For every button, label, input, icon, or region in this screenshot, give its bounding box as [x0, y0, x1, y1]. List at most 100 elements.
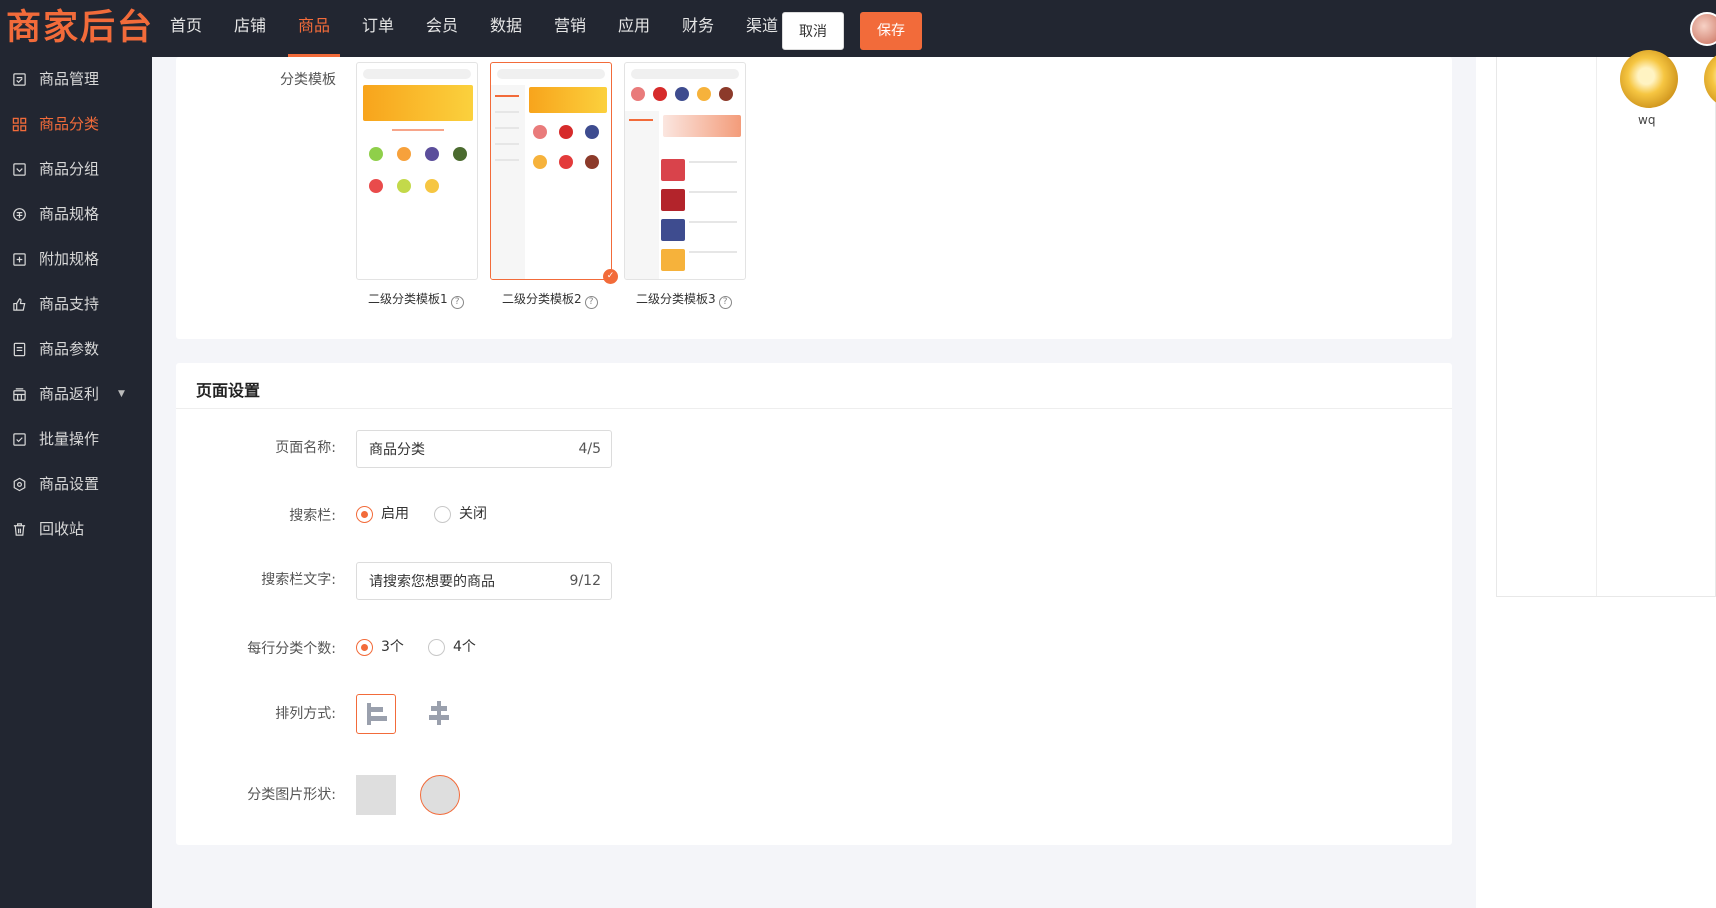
document-icon	[12, 342, 27, 357]
user-avatar[interactable]	[1690, 12, 1716, 46]
template-card-1[interactable]	[356, 62, 478, 280]
image-shape-label: 分类图片形状:	[247, 787, 336, 803]
sidebar-item-goods-settings[interactable]: 商品设置	[0, 462, 152, 507]
mini-category-dot	[559, 155, 573, 169]
sidebar-item-batch-ops[interactable]: 批量操作	[0, 417, 152, 462]
search-text-count: 9/12	[569, 573, 601, 589]
arrange-label: 排列方式:	[275, 706, 336, 722]
mini-product-line	[689, 191, 737, 193]
sidebar-item-label: 商品管理	[39, 70, 100, 88]
sidebar-item-goods-params[interactable]: 商品参数	[0, 327, 152, 372]
sidebar-item-goods-rebate[interactable]: 商品返利 ▼	[0, 372, 152, 417]
sidebar-item-goods-group[interactable]: 商品分组	[0, 147, 152, 192]
app-logo: 商家后台	[6, 8, 155, 48]
sidebar-item-label: 附加规格	[39, 250, 100, 268]
mini-product-line	[689, 221, 737, 223]
mini-category-dot	[719, 87, 733, 101]
template-name-1[interactable]: 二级分类模板1?	[368, 290, 464, 309]
mini-heading	[392, 129, 444, 131]
sidebar-item-label: 商品分组	[39, 160, 100, 178]
help-icon[interactable]: ?	[718, 296, 732, 309]
mini-search-bar	[497, 69, 605, 79]
search-text-field[interactable]: 9/12	[356, 562, 612, 600]
mini-category-dot	[631, 87, 645, 101]
mini-side-line	[495, 159, 519, 161]
template-name-3[interactable]: 二级分类模板3?	[636, 290, 732, 309]
template-name-2[interactable]: 二级分类模板2?	[502, 290, 598, 309]
gift-icon	[12, 387, 27, 402]
radio-circle	[428, 639, 445, 656]
page-name-label: 页面名称:	[275, 440, 336, 456]
mini-side-line	[495, 111, 519, 113]
sidebar-item-label: 商品分类	[39, 115, 100, 133]
sidebar-item-label: 商品支持	[39, 295, 100, 313]
preview-panel	[1496, 57, 1716, 597]
settings-hex-icon	[12, 477, 27, 492]
sidebar-item-extra-spec[interactable]: 附加规格	[0, 237, 152, 282]
template-card-2[interactable]	[490, 62, 612, 280]
mini-category-dot	[397, 179, 411, 193]
radio-circle	[356, 506, 373, 523]
help-icon[interactable]: ?	[450, 296, 464, 309]
image-shape-circle-button[interactable]	[420, 775, 460, 815]
mini-category-dot	[585, 155, 599, 169]
top-bar: 商家后台 首页 店铺 商品 订单 会员 数据 营销 应用 财务 渠道 设置	[0, 0, 1716, 57]
mini-product-thumb	[661, 159, 685, 181]
radio-circle	[434, 506, 451, 523]
sidebar-item-goods-spec[interactable]: 商品规格	[0, 192, 152, 237]
arrange-left-button[interactable]	[356, 694, 396, 734]
mini-search-bar	[631, 69, 739, 79]
mini-category-dot	[653, 87, 667, 101]
topnav-item-apps[interactable]: 应用	[602, 0, 666, 57]
chevron-down-icon[interactable]: ▼	[118, 372, 125, 417]
save-button[interactable]: 保存	[860, 12, 922, 50]
page-name-input[interactable]	[357, 431, 547, 467]
folder-icon	[12, 162, 27, 177]
topnav-item-marketing[interactable]: 营销	[538, 0, 602, 57]
mini-category-dot	[533, 155, 547, 169]
spec-icon	[12, 207, 27, 222]
topnav-item-shop[interactable]: 店铺	[218, 0, 282, 57]
mini-category-dot	[369, 147, 383, 161]
section-divider	[176, 408, 1452, 409]
topnav-item-finance[interactable]: 财务	[666, 0, 730, 57]
preview-category-image[interactable]	[1620, 50, 1678, 108]
page-name-field[interactable]: 4/5	[356, 430, 612, 468]
mini-category-dot	[369, 179, 383, 193]
thumb-up-icon	[12, 297, 27, 312]
sidebar-item-goods-manage[interactable]: 商品管理	[0, 57, 152, 102]
mini-product-thumb	[661, 219, 685, 241]
page-name-count: 4/5	[578, 441, 601, 457]
topnav-item-members[interactable]: 会员	[410, 0, 474, 57]
search-text-input[interactable]	[357, 563, 547, 599]
image-shape-square-button[interactable]	[356, 775, 396, 815]
preview-divider	[1497, 57, 1597, 596]
mini-product-line	[689, 161, 737, 163]
sidebar-item-recycle-bin[interactable]: 回收站	[0, 507, 152, 552]
template-card-3[interactable]	[624, 62, 746, 280]
grid-icon	[12, 117, 27, 132]
plus-square-icon	[12, 252, 27, 267]
sidebar-item-goods-category[interactable]: 商品分类	[0, 102, 152, 147]
topnav-item-orders[interactable]: 订单	[346, 0, 410, 57]
preview-area	[1476, 57, 1716, 908]
mini-category-dot	[559, 125, 573, 139]
mini-sidebar	[491, 85, 525, 279]
help-icon[interactable]: ?	[584, 296, 598, 309]
mini-sidebar	[625, 111, 659, 279]
arrange-center-button[interactable]	[420, 694, 460, 734]
sidebar-item-label: 批量操作	[39, 430, 100, 448]
topnav-item-goods[interactable]: 商品	[282, 0, 346, 57]
selected-check-icon: ✓	[603, 269, 618, 284]
clipboard-icon	[12, 72, 27, 87]
mini-side-line	[495, 127, 519, 129]
page-settings-panel: 页面设置 页面名称: 4/5 搜索栏: 启用 关闭 搜索栏文字: 9/12 每行…	[176, 363, 1452, 845]
sidebar-item-goods-support[interactable]: 商品支持	[0, 282, 152, 327]
mini-product-thumb	[661, 249, 685, 271]
sidebar-item-label: 商品规格	[39, 205, 100, 223]
topnav-item-data[interactable]: 数据	[474, 0, 538, 57]
preview-category-label: wq	[1638, 113, 1656, 127]
topnav-item-home[interactable]: 首页	[154, 0, 218, 57]
cancel-button[interactable]: 取消	[782, 12, 844, 50]
mini-banner	[363, 85, 473, 121]
